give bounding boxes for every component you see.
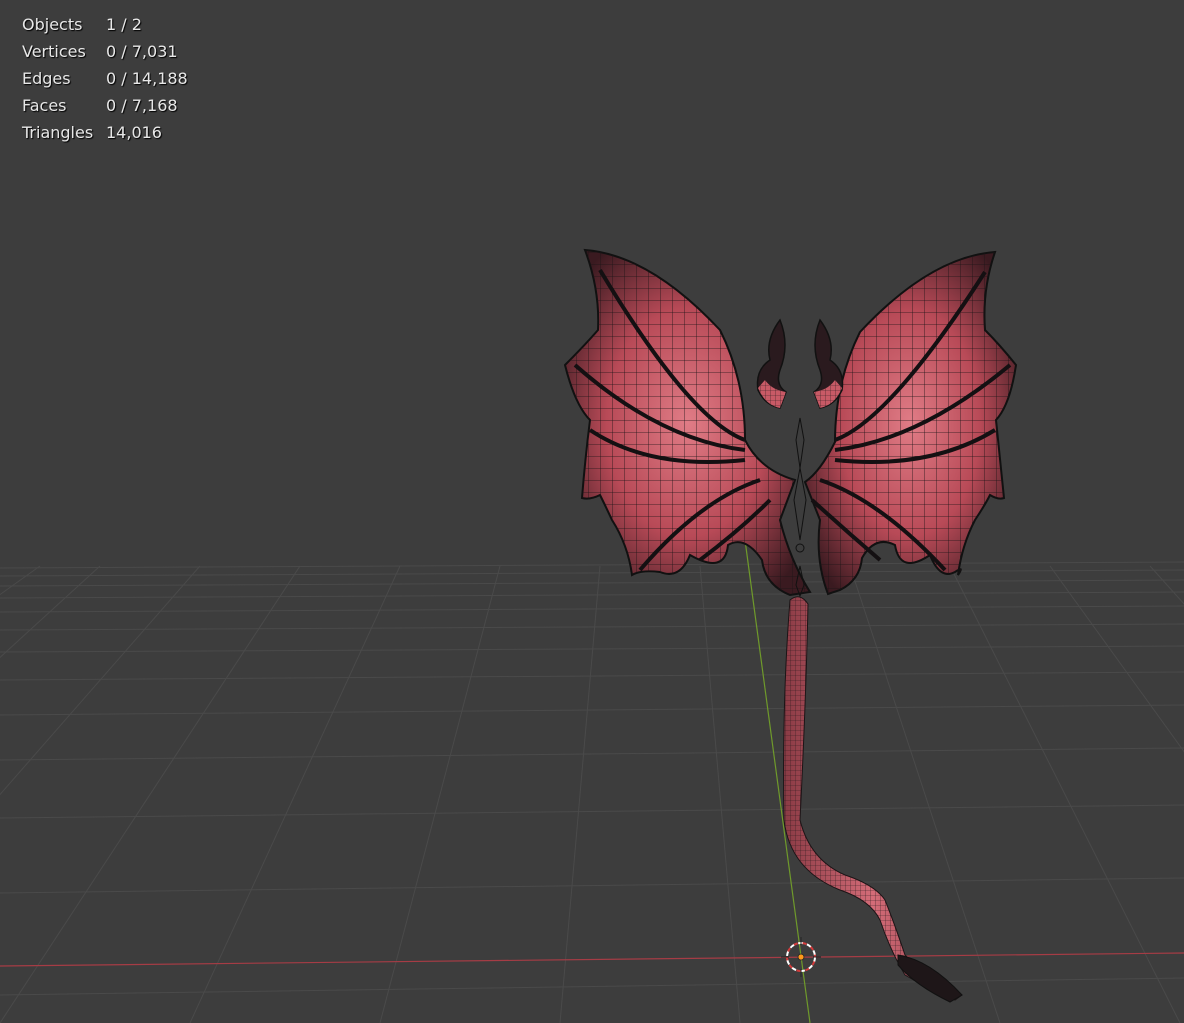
stat-label-triangles: Triangles: [22, 123, 94, 142]
left-wing[interactable]: [563, 248, 812, 597]
grid-floor: [0, 561, 1184, 1023]
tail[interactable]: [783, 596, 963, 1003]
stat-label-edges: Edges: [22, 69, 71, 88]
left-horn[interactable]: [756, 318, 787, 409]
stat-value-objects: 1 / 2: [106, 15, 142, 34]
stat-value-edges: 0 / 14,188: [106, 69, 188, 88]
stat-label-faces: Faces: [22, 96, 67, 115]
stat-label-vertices: Vertices: [22, 42, 86, 61]
stat-row-objects: Objects 1 / 2: [22, 14, 188, 41]
object-origin-icon[interactable]: [797, 953, 805, 961]
stat-value-vertices: 0 / 7,031: [106, 42, 178, 61]
stat-value-triangles: 14,016: [106, 123, 162, 142]
statistics-overlay: Objects 1 / 2 Vertices 0 / 7,031 Edges 0…: [22, 14, 188, 149]
3d-viewport[interactable]: Objects 1 / 2 Vertices 0 / 7,031 Edges 0…: [0, 0, 1184, 1023]
viewport-scene[interactable]: [0, 0, 1184, 1023]
x-axis-line: [0, 952, 1184, 967]
right-wing[interactable]: [803, 250, 1018, 596]
right-horn[interactable]: [813, 318, 844, 409]
stat-row-faces: Faces 0 / 7,168: [22, 95, 188, 122]
stat-label-objects: Objects: [22, 15, 83, 34]
stat-value-faces: 0 / 7,168: [106, 96, 178, 115]
stat-row-vertices: Vertices 0 / 7,031: [22, 41, 188, 68]
stat-row-edges: Edges 0 / 14,188: [22, 68, 188, 95]
stat-row-triangles: Triangles 14,016: [22, 122, 188, 149]
